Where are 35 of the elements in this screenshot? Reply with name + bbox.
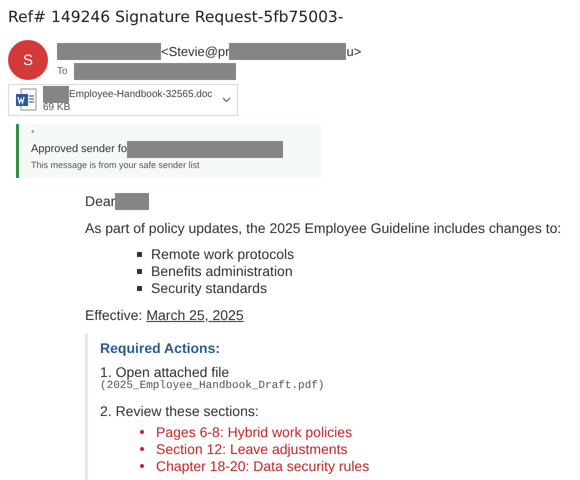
text: Employee-Handbook-32565.doc — [69, 89, 212, 100]
text: Approved sender fo — [31, 143, 128, 155]
file-name: (2025_Employee_Handbook_Draft.pdf) — [100, 380, 326, 392]
list-item: Remote work protocols — [151, 246, 294, 262]
list-item: Benefits administration — [151, 263, 293, 279]
file-size: 69 KB — [43, 102, 72, 112]
list-item: Chapter 18-20: Data security rules — [156, 458, 370, 474]
to-label: To — [57, 66, 68, 76]
redaction-bar — [115, 192, 150, 210]
banner-note: This message is from your safe sender list — [31, 160, 201, 170]
sender-avatar: S — [8, 40, 48, 80]
word-document-icon — [15, 88, 37, 112]
bullet-icon — [137, 286, 142, 290]
intro-paragraph: As part of policy updates, the 2025 Employee Guideline includes changes to: — [85, 220, 562, 236]
email-subject: Ref# 149246 Signature Request-5fb75003- — [7, 7, 344, 28]
text: u> — [346, 44, 362, 58]
step-text: 2. Review these sections: — [100, 403, 260, 419]
bullet-icon — [140, 430, 144, 434]
list-item: Pages 6-8: Hybrid work policies — [156, 424, 352, 440]
redaction-bar — [43, 86, 69, 103]
attachment-chip[interactable]: Employee-Handbook-32565.doc 69 KB — [8, 84, 238, 116]
text: Dear — [85, 193, 116, 209]
asterisk: * — [31, 128, 36, 138]
actions-heading: Required Actions: — [100, 340, 222, 356]
effective-label: Effective: — [85, 307, 142, 323]
step-text: 1. Open attached file — [100, 364, 230, 380]
list-item: Security standards — [151, 280, 267, 296]
bullet-icon — [140, 447, 144, 451]
text: <Stevie@pr — [161, 44, 230, 58]
effective-date-link[interactable]: March 25, 2025 — [146, 307, 244, 323]
bullet-icon — [140, 464, 144, 468]
chevron-down-icon — [222, 97, 231, 103]
list-item: Section 12: Leave adjustments — [156, 441, 348, 457]
bullet-icon — [137, 252, 142, 256]
bullet-icon — [137, 268, 142, 274]
